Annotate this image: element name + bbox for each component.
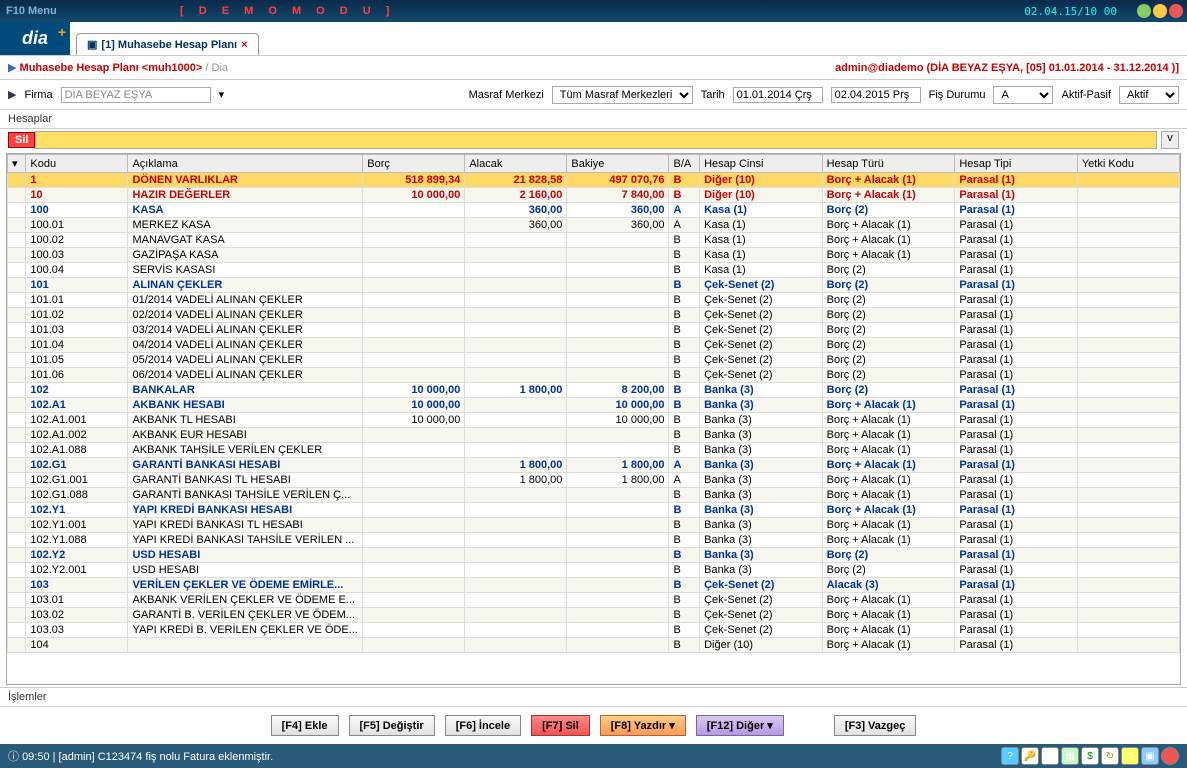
aktif-select[interactable]: Aktif (1119, 86, 1179, 104)
masraf-label: Masraf Merkezi (469, 89, 544, 101)
money-icon[interactable]: $ (1081, 747, 1099, 765)
tab-close-icon[interactable]: × (241, 39, 247, 51)
tab-muhasebe-hesap-plani[interactable]: ▣ [1] Muhasebe Hesap Planı × (76, 33, 259, 55)
column-header[interactable]: Hesap Tipi (955, 155, 1078, 173)
calculator-icon[interactable]: ▦ (1041, 747, 1059, 765)
column-header[interactable]: Borç (363, 155, 465, 173)
clear-filter-button[interactable]: Sil (8, 132, 35, 148)
stop-icon[interactable] (1161, 747, 1179, 765)
table-row[interactable]: 102BANKALAR10 000,001 800,008 200,00BBan… (8, 383, 1180, 398)
table-row[interactable]: 103.01AKBANK VERİLEN ÇEKLER VE ÖDEME E..… (8, 593, 1180, 608)
table-row[interactable]: 102.G1GARANTİ BANKASI HESABI1 800,001 80… (8, 458, 1180, 473)
breadcrumb: ▶ Muhasebe Hesap Planı <muh1000> / Dia (8, 61, 228, 74)
table-row[interactable]: 102.A1AKBANK HESABI10 000,0010 000,00BBa… (8, 398, 1180, 413)
table-row[interactable]: 101.0202/2014 VADELİ ALINAN ÇEKLERBÇek-S… (8, 308, 1180, 323)
table-row[interactable]: 100.03GAZİPAŞA KASABKasa (1)Borç + Alaca… (8, 248, 1180, 263)
close-icon[interactable] (1169, 4, 1183, 18)
column-header[interactable]: Yetki Kodu (1077, 155, 1179, 173)
titlebar: F10 Menu [ D E M O M O D U ] 02.04.15/10… (0, 0, 1187, 22)
key-icon[interactable]: 🔑 (1021, 747, 1039, 765)
column-header[interactable]: Kodu (26, 155, 128, 173)
table-row[interactable]: 102.G1.001GARANTİ BANKASI TL HESABI1 800… (8, 473, 1180, 488)
table-row[interactable]: 101ALINAN ÇEKLERBÇek-Senet (2)Borç (2)Pa… (8, 278, 1180, 293)
table-row[interactable]: 102.A1.088AKBANK TAHSİLE VERİLEN ÇEKLERB… (8, 443, 1180, 458)
edit-button[interactable]: [F5] Değiştir (349, 715, 435, 736)
firma-input[interactable] (61, 87, 211, 103)
refresh-icon[interactable]: ↻ (1101, 747, 1119, 765)
table-row[interactable]: 10HAZIR DEĞERLER10 000,002 160,007 840,0… (8, 188, 1180, 203)
section-title: Hesaplar (0, 110, 1187, 129)
fis-select[interactable]: A (993, 86, 1053, 104)
table-row[interactable]: 102.Y1.088YAPI KREDİ BANKASI TAHSİLE VER… (8, 533, 1180, 548)
filter-bar: ▶ Firma ▾ Masraf Merkezi Tüm Masraf Merk… (0, 80, 1187, 110)
column-header[interactable]: B/A (669, 155, 700, 173)
table-row[interactable]: 100KASA360,00360,00AKasa (1)Borç (2)Para… (8, 203, 1180, 218)
f10-menu[interactable]: F10 Menu (6, 5, 57, 17)
info-icon: ⓘ (8, 751, 19, 763)
table-row[interactable]: 102.A1.001AKBANK TL HESABI10 000,0010 00… (8, 413, 1180, 428)
delete-button[interactable]: [F7] Sil (531, 715, 590, 736)
filter-input[interactable] (35, 131, 1157, 149)
calendar-icon[interactable]: ▦ (1061, 747, 1079, 765)
table-row[interactable]: 102.Y1.001YAPI KREDİ BANKASI TL HESABIBB… (8, 518, 1180, 533)
view-button[interactable]: [F6] İncele (445, 715, 521, 736)
table-row[interactable]: 103.02GARANTİ B. VERİLEN ÇEKLER VE ÖDEM.… (8, 608, 1180, 623)
table-row[interactable]: 101.0303/2014 VADELİ ALINAN ÇEKLERBÇek-S… (8, 323, 1180, 338)
status-text: 09:50 | [admin] C123474 fiş nolu Fatura … (22, 751, 273, 763)
table-row[interactable]: 102.Y1YAPI KREDİ BANKASI HESABIBBanka (3… (8, 503, 1180, 518)
table-row[interactable]: 103VERİLEN ÇEKLER VE ÖDEME EMİRLE...BÇek… (8, 578, 1180, 593)
tarih-from-input[interactable] (733, 87, 823, 103)
firma-label: Firma (24, 89, 52, 101)
help-icon[interactable]: ? (1001, 747, 1019, 765)
table-row[interactable]: 101.0404/2014 VADELİ ALINAN ÇEKLERBÇek-S… (8, 338, 1180, 353)
column-header[interactable]: Hesap Cinsi (700, 155, 823, 173)
filter-options-button[interactable]: v (1161, 131, 1179, 149)
column-header[interactable]: Hesap Türü (822, 155, 955, 173)
cancel-button[interactable]: [F3] Vazgeç (834, 715, 917, 736)
tab-label: [1] Muhasebe Hesap Planı (101, 39, 237, 51)
demo-mode-label: [ D E M O M O D U ] (180, 5, 395, 17)
masraf-select[interactable]: Tüm Masraf Merkezleri (552, 86, 693, 104)
aktif-label: Aktif-Pasif (1061, 89, 1111, 101)
button-bar: [F4] Ekle [F5] Değiştir [F6] İncele [F7]… (0, 706, 1187, 744)
column-header[interactable]: Açıklama (128, 155, 363, 173)
accounts-grid[interactable]: ▾KoduAçıklamaBorçAlacakBakiyeB/AHesap Ci… (6, 153, 1181, 685)
play-icon[interactable]: ▶ (8, 62, 16, 74)
expand-icon[interactable]: ▶ (8, 88, 16, 101)
add-button[interactable]: [F4] Ekle (271, 715, 339, 736)
table-row[interactable]: 102.A1.002AKBANK EUR HESABIBBanka (3)Bor… (8, 428, 1180, 443)
table-row[interactable]: 1DÖNEN VARLIKLAR518 899,3421 828,58497 0… (8, 173, 1180, 188)
table-row[interactable]: 101.0606/2014 VADELİ ALINAN ÇEKLERBÇek-S… (8, 368, 1180, 383)
table-row[interactable]: 100.02MANAVGAT KASABKasa (1)Borç + Alaca… (8, 233, 1180, 248)
column-header[interactable]: Bakiye (567, 155, 669, 173)
smiley-icon[interactable]: ☺ (1121, 747, 1139, 765)
titlebar-timestamp: 02.04.15/10 00 (1024, 5, 1117, 18)
table-row[interactable]: 102.Y2.001USD HESABIBBanka (3)Borç (2)Pa… (8, 563, 1180, 578)
table-row[interactable]: 104BDiğer (10)Borç + Alacak (1)Parasal (… (8, 638, 1180, 653)
maximize-icon[interactable] (1153, 4, 1167, 18)
table-row[interactable]: 102.G1.088GARANTİ BANKASI TAHSİLE VERİLE… (8, 488, 1180, 503)
tarih-label: Tarih (701, 89, 725, 101)
print-button[interactable]: [F8] Yazdır ▾ (600, 715, 686, 736)
status-bar: ⓘ 09:50 | [admin] C123474 fiş nolu Fatur… (0, 744, 1187, 768)
other-button[interactable]: [F12] Diğer ▾ (696, 715, 784, 736)
table-row[interactable]: 100.04SERVİS KASASIBKasa (1)Borç (2)Para… (8, 263, 1180, 278)
subsection-title: İşlemler (0, 687, 1187, 706)
table-row[interactable]: 101.0505/2014 VADELİ ALINAN ÇEKLERBÇek-S… (8, 353, 1180, 368)
user-session-label: admin@diademo (DİA BEYAZ EŞYA, [05] 01.0… (835, 62, 1179, 74)
dropdown-icon[interactable]: ▾ (219, 88, 225, 101)
logo: dia+ (0, 22, 70, 55)
screen-icon[interactable]: ▣ (1141, 747, 1159, 765)
minimize-icon[interactable] (1137, 4, 1151, 18)
fis-label: Fiş Durumu (929, 89, 986, 101)
page-icon: ▣ (87, 38, 97, 51)
table-row[interactable]: 103.03YAPI KREDİ B. VERİLEN ÇEKLER VE ÖD… (8, 623, 1180, 638)
table-row[interactable]: 100.01MERKEZ KASA360,00360,00AKasa (1)Bo… (8, 218, 1180, 233)
column-header[interactable]: Alacak (465, 155, 567, 173)
table-row[interactable]: 102.Y2USD HESABIBBanka (3)Borç (2)Parasa… (8, 548, 1180, 563)
row-selector-header[interactable]: ▾ (8, 155, 26, 173)
table-row[interactable]: 101.0101/2014 VADELİ ALINAN ÇEKLERBÇek-S… (8, 293, 1180, 308)
tarih-to-input[interactable] (831, 87, 921, 103)
